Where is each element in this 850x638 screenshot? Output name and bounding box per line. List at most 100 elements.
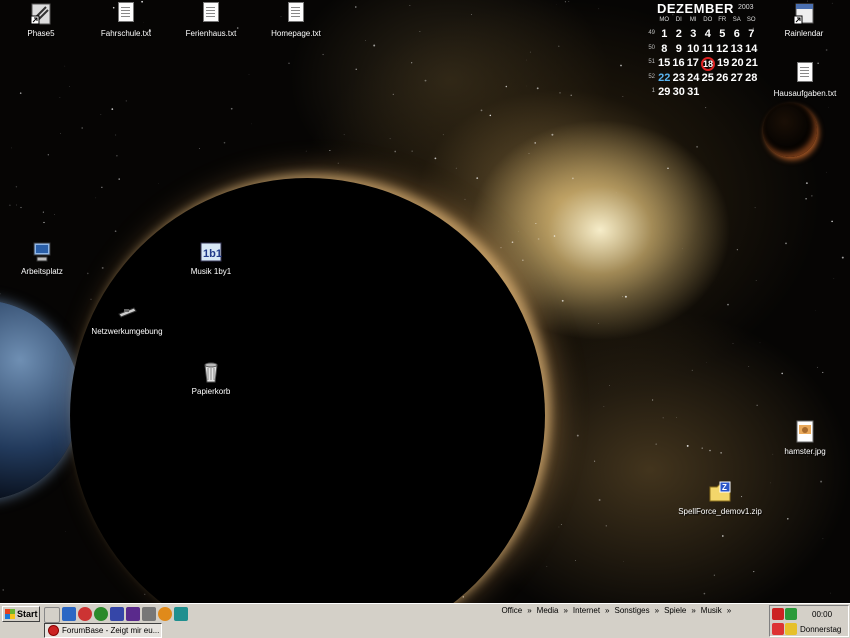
week-number: 49 [648,30,655,36]
calendar-day[interactable]: 6 [730,28,745,43]
start-label: Start [17,609,38,619]
calendar-day[interactable]: 2 [672,28,687,43]
icon-label: Phase5 [27,29,55,38]
desktop-icon-hamster[interactable]: hamster.jpg [760,420,850,457]
icon-label: Ferienhaus.txt [185,29,237,38]
text-file-icon [115,2,137,26]
desktop-icon-musik[interactable]: 1b1 Musik 1by1 [166,240,256,277]
app-grey-icon[interactable] [142,607,156,621]
desktop-icon-hausaufgaben[interactable]: Hausaufgaben.txt [760,62,850,99]
quick-launch [44,607,188,623]
calendar-day[interactable]: 1 [657,28,672,43]
text-file-icon [794,62,816,86]
svg-text:Z: Z [722,483,727,492]
app-orange-icon[interactable] [158,607,172,621]
calendar-day[interactable]: 27 [730,72,745,87]
menu-internet[interactable]: Internet [568,606,605,615]
week-number: 1 [651,88,655,94]
calendar-day[interactable]: 4 [701,28,716,43]
calendar-day[interactable]: 30 [672,86,687,101]
calendar-day[interactable]: 10 [686,43,701,58]
calendar-day[interactable]: 18 [700,57,715,71]
app-purple-icon[interactable] [126,607,140,621]
show-desktop-icon[interactable] [44,607,60,623]
icon-label: Fahrschule.txt [100,29,152,38]
calendar-day[interactable]: 8 [657,43,672,58]
desktop-icon-phase5[interactable]: Phase5 [0,2,86,39]
app-blue-icon[interactable] [110,607,124,621]
calendar-day[interactable]: 14 [744,43,759,58]
calendar-day[interactable]: 7 [744,28,759,43]
menu-spiele[interactable]: Spiele [659,606,691,615]
app-green-icon[interactable] [94,607,108,621]
calendar-day[interactable]: 31 [686,86,701,101]
forumbase-icon[interactable] [78,607,92,621]
calendar-day[interactable]: 15 [657,57,671,72]
calendar-weekdays: MO DI MI DO FR SA SO [657,17,759,23]
image-file-icon [794,420,816,444]
desktop-icon-spellforce[interactable]: Z SpellForce_demov1.zip [675,480,765,517]
calendar-year: 2003 [738,4,754,11]
menu-musik[interactable]: Musik [696,606,727,615]
calendar-day[interactable]: 23 [672,72,687,87]
menu-media[interactable]: Media [532,606,564,615]
desktop-icon-papierkorb[interactable]: Papierkorb [166,360,256,397]
calendar-day [701,86,716,101]
calendar-day[interactable]: 11 [701,43,716,58]
desktop-icon-homepage[interactable]: Homepage.txt [251,2,341,39]
desktop-icon-ferienhaus[interactable]: Ferienhaus.txt [166,2,256,39]
icon-label: Papierkorb [191,387,231,396]
clock[interactable]: 00:00 [812,610,832,619]
desktop-icon-netzwerk[interactable]: Netzwerkumgebung [82,300,172,337]
calendar-day[interactable]: 28 [744,72,759,87]
calendar-day[interactable]: 21 [745,57,759,72]
calendar-day[interactable]: 26 [715,72,730,87]
internet-explorer-icon[interactable] [62,607,76,621]
forumbase-icon [48,625,59,636]
small-moon-artwork [763,103,817,157]
icon-label: Rainlendar [784,29,824,38]
calendar-days-grid: 1 2 3 4 5 6 7 8 9 10 11 12 13 14 15 16 17 18 19 20 21 22 23 24 2… [657,28,759,101]
weekday-label: FR [718,17,727,23]
tray-green-icon[interactable] [785,608,797,620]
menu-office[interactable]: Office [496,606,527,615]
desktop: Phase5 Fahrschule.txt Ferienhaus.txt Hom… [0,0,850,603]
calendar-week-row: 15 16 17 18 19 20 21 [657,57,759,72]
toolbar-menus: » Office » Media » Internet » Sonstiges … [492,606,731,615]
calendar-week-row: 8 9 10 11 12 13 14 [657,43,759,58]
calendar-day[interactable]: 9 [672,43,687,58]
calendar-day [730,86,745,101]
musik-app-icon: 1b1 [200,240,222,264]
calendar-day[interactable]: 12 [715,43,730,58]
calendar-week-row: 1234567 [657,28,759,43]
desktop-icon-fahrschule[interactable]: Fahrschule.txt [81,2,171,39]
calendar-day[interactable]: 5 [715,28,730,43]
week-number: 50 [648,44,655,51]
app-teal-icon[interactable] [174,607,188,621]
calendar-day[interactable]: 16 [671,57,685,72]
calendar-day[interactable]: 20 [730,57,744,72]
menu-sonstiges[interactable]: Sonstiges [610,606,655,615]
calendar-day[interactable]: 13 [730,43,745,58]
calendar-day[interactable]: 22 [657,72,672,87]
tray-adobe-icon[interactable] [772,623,784,635]
desktop-icon-rainlendar[interactable]: Rainlendar [759,2,849,39]
text-file-icon [200,2,222,26]
start-button[interactable]: Start [2,606,40,622]
calendar-day[interactable]: 3 [686,28,701,43]
calendar-day[interactable]: 19 [716,57,730,72]
calendar-day[interactable]: 17 [686,57,700,72]
tray-yellow-icon[interactable] [785,623,797,635]
weekday-label: DI [675,17,682,23]
calendar-day[interactable]: 24 [686,72,701,87]
calendar-day[interactable]: 25 [701,72,716,87]
svg-text:1b1: 1b1 [203,248,222,260]
zip-folder-icon: Z [709,480,731,504]
calendar-day[interactable]: 29 [657,86,672,101]
tray-antivirus-icon[interactable] [772,608,784,620]
taskbar-button-forumbase[interactable]: ForumBase - Zeigt mir eu... [44,623,162,638]
week-number: 52 [648,73,655,80]
desktop-icon-arbeitsplatz[interactable]: Arbeitsplatz [0,240,87,277]
weekday-label: SO [746,17,756,23]
weekday-label: MO [659,17,670,23]
